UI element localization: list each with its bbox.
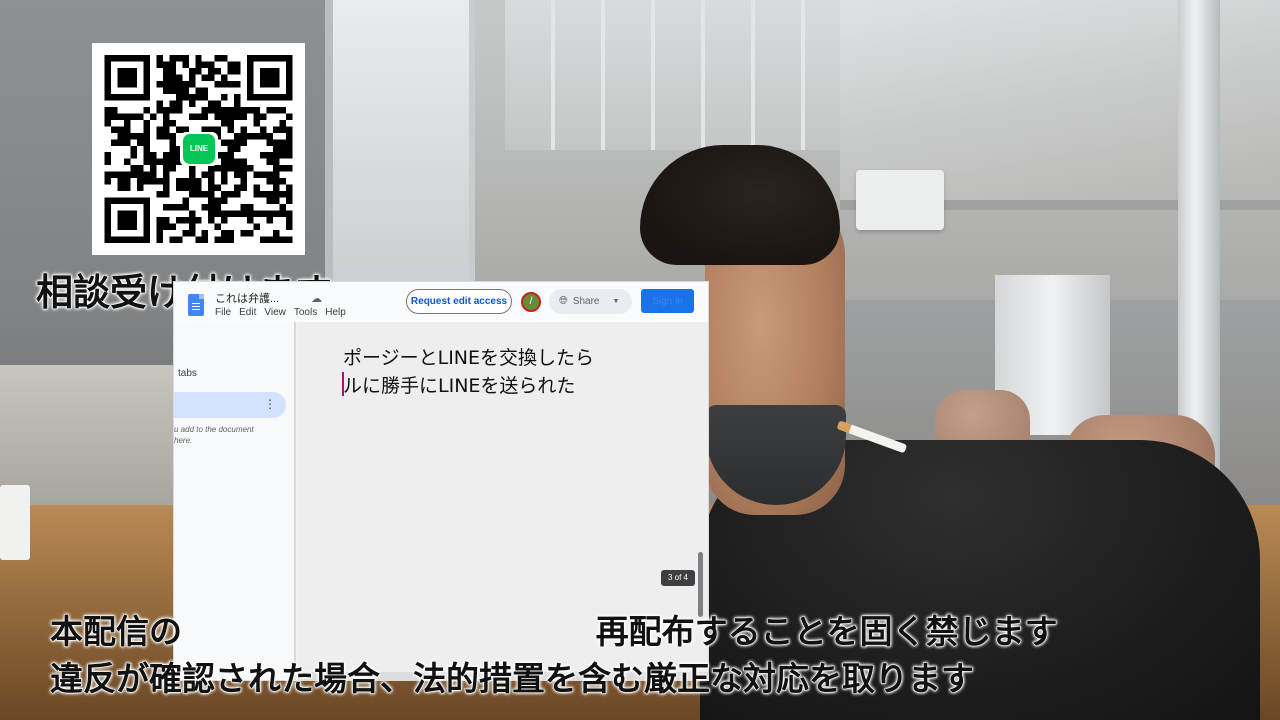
- doc-text-line: ルに勝手にLINEを送られた: [343, 375, 576, 397]
- share-button[interactable]: 🌐︎ Share ▼: [549, 289, 632, 314]
- caption-line-1: 本配信の 再配布することを固く禁じます: [50, 612, 1059, 652]
- chevron-down-icon: ▼: [612, 298, 620, 305]
- caption-line-2: 違反が確認された場合、法的措置を含む厳正な対応を取ります: [50, 659, 975, 699]
- menu-help[interactable]: Help: [325, 307, 346, 318]
- menu-view[interactable]: View: [264, 307, 286, 318]
- request-edit-access-button[interactable]: Request edit access: [406, 289, 512, 314]
- doc-header: これは弁護... ☁ File Edit View Tools Help Req…: [174, 282, 708, 322]
- balcony-railing: [505, 0, 845, 150]
- menu-tools[interactable]: Tools: [294, 307, 317, 318]
- sign-in-button[interactable]: Sign in: [641, 289, 694, 313]
- menu-file[interactable]: File: [215, 307, 231, 318]
- share-label: Share: [572, 296, 600, 307]
- bucket: [0, 485, 30, 560]
- tabs-label: tabs: [178, 368, 197, 379]
- air-conditioner: [856, 170, 944, 230]
- sidebar-hint-text: u add to the document here.: [174, 424, 292, 446]
- menu-edit[interactable]: Edit: [239, 307, 256, 318]
- cloud-icon[interactable]: ☁: [311, 292, 322, 305]
- doc-text-line: ポージーとLINEを交換したら: [343, 347, 595, 369]
- avatar[interactable]: /: [521, 292, 541, 312]
- page-indicator: 3 of 4: [661, 570, 695, 586]
- sidebar-hint-line: u add to the document here.: [174, 425, 254, 445]
- window-left: [330, 0, 475, 300]
- google-docs-icon[interactable]: [188, 294, 204, 316]
- shelf-left: [0, 365, 175, 505]
- globe-icon: 🌐︎: [559, 295, 568, 307]
- more-options-icon[interactable]: ⋮: [264, 397, 276, 411]
- menu-bar: File Edit View Tools Help: [215, 307, 346, 318]
- doc-title[interactable]: これは弁護...: [215, 290, 279, 306]
- line-logo-label: LINE: [183, 134, 215, 164]
- line-logo-icon: LINE: [180, 132, 218, 166]
